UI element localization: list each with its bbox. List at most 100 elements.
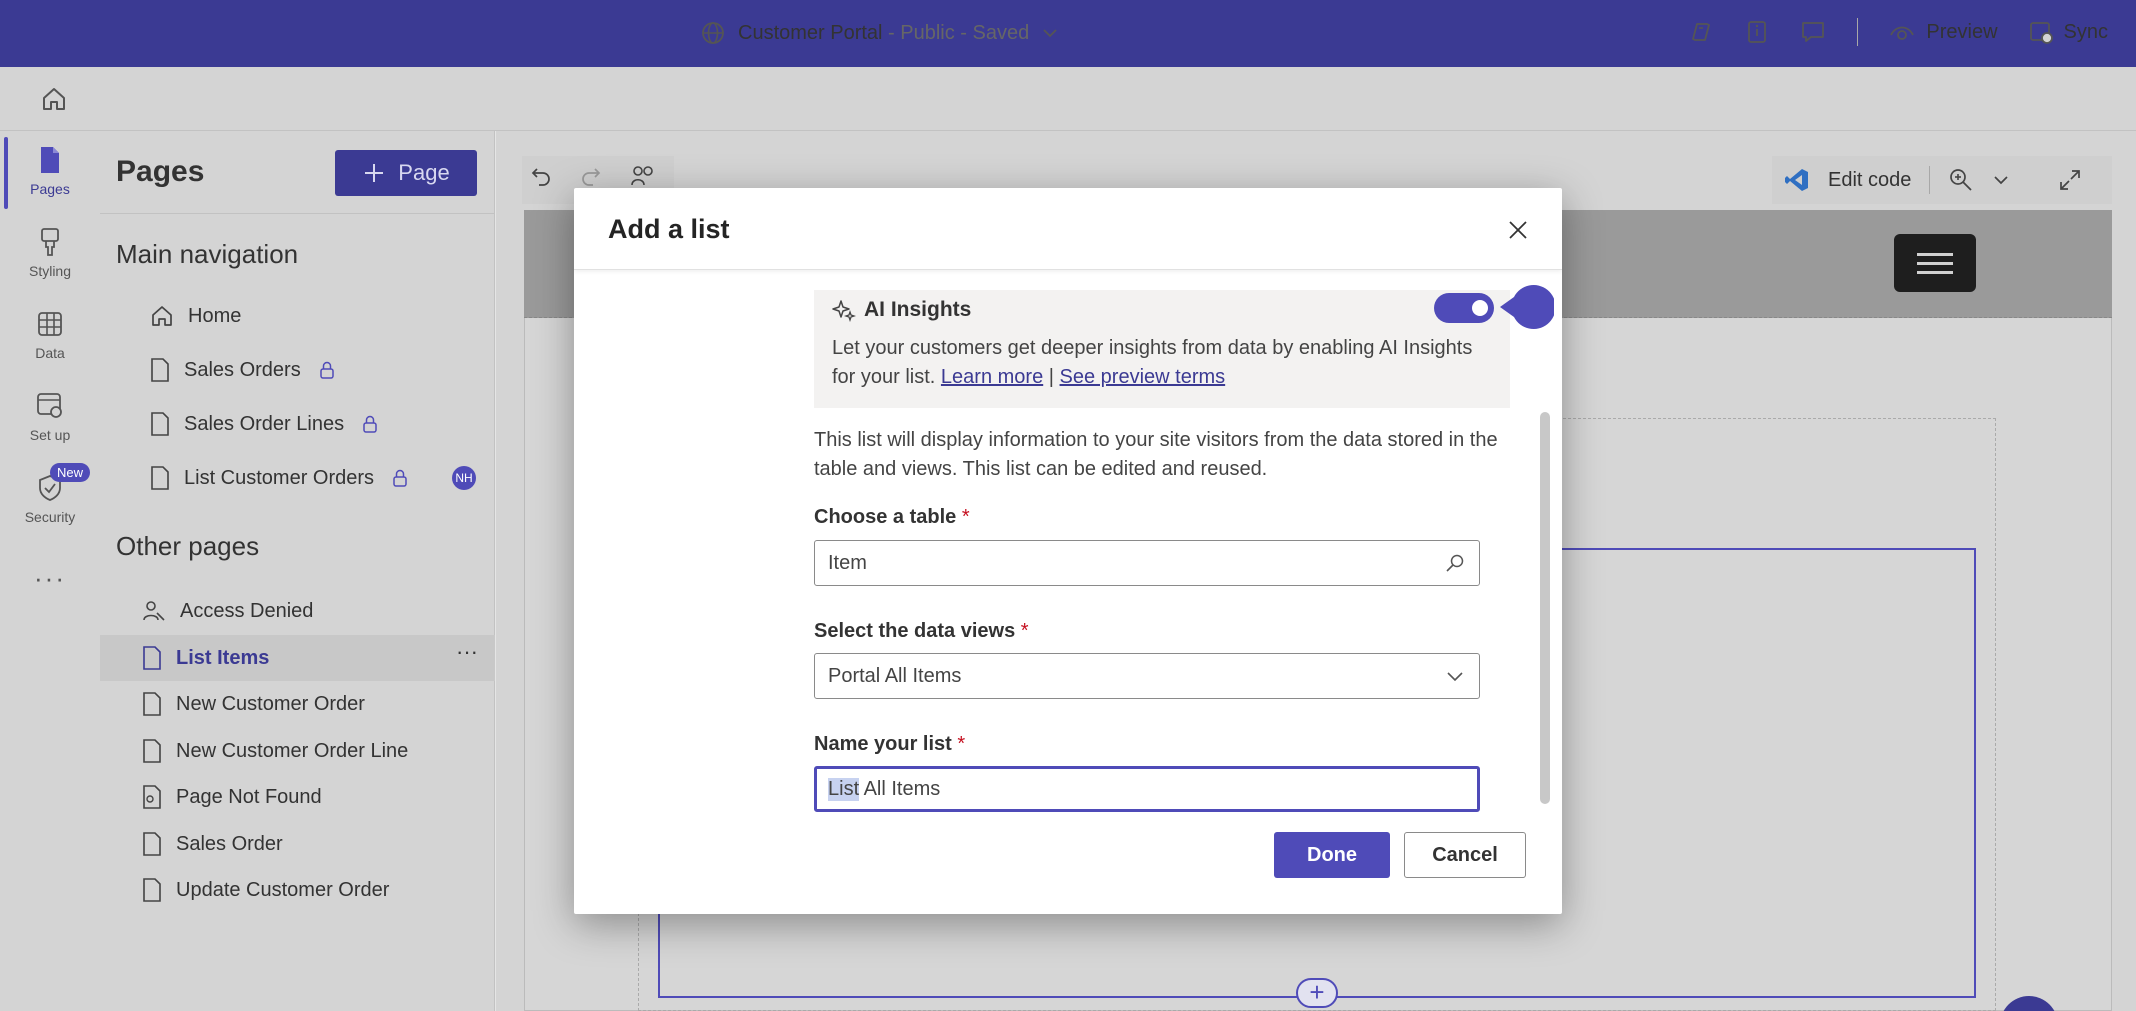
chevron-down-icon[interactable] — [1992, 171, 2010, 189]
close-icon[interactable] — [1506, 218, 1530, 242]
data-views-dropdown[interactable]: Portal All Items — [814, 653, 1480, 699]
table-label: Choose a table * — [814, 506, 970, 529]
lock-icon — [392, 468, 408, 488]
pages-title: Pages — [116, 155, 205, 188]
table-icon — [0, 309, 100, 339]
avatar: NH — [452, 466, 476, 490]
nav-item-label: Update Customer Order — [176, 878, 390, 901]
page-icon — [150, 412, 170, 436]
eye-icon — [1888, 20, 1916, 44]
sparkle-icon — [832, 298, 856, 322]
nav-item-label: Home — [188, 304, 242, 327]
page-icon — [142, 739, 162, 763]
preview-button[interactable]: Preview — [1888, 20, 1998, 44]
preview-terms-link[interactable]: See preview terms — [1060, 366, 1226, 388]
expand-icon[interactable] — [2058, 168, 2082, 192]
site-status: - Public - Saved — [882, 21, 1030, 44]
nav-item-sales-orders[interactable]: Sales Orders — [150, 350, 335, 390]
page-icon — [0, 145, 100, 175]
edit-toolbar: Edit code — [1772, 156, 2112, 204]
link-separator: | — [1048, 366, 1054, 388]
home-icon[interactable] — [40, 85, 68, 113]
person-lock-icon — [142, 599, 166, 623]
name-label-text: Name your list — [814, 733, 952, 755]
nav-item-access-denied[interactable]: Access Denied — [142, 591, 313, 631]
chevron-down-icon — [1041, 24, 1059, 42]
redo-icon[interactable] — [580, 164, 602, 186]
site-title[interactable]: Customer Portal - Public - Saved — [700, 18, 1059, 48]
hamburger-menu-icon — [1894, 234, 1976, 292]
nav-item-label: New Customer Order Line — [176, 739, 409, 762]
ai-insights-text: Let your customers get deeper insights f… — [832, 334, 1492, 392]
rail-label-security: Security — [24, 509, 76, 525]
nav-item-label: List Customer Orders — [184, 466, 375, 489]
divider — [100, 213, 495, 214]
canvas-tools — [530, 164, 656, 186]
sync-button[interactable]: Sync — [2028, 19, 2108, 45]
brush-icon — [0, 227, 100, 257]
page-search-icon — [142, 785, 162, 809]
site-name: Customer Portal — [738, 21, 883, 44]
lock-icon — [362, 414, 378, 434]
add-section-icon[interactable]: + — [1296, 978, 1338, 1008]
command-bar-actions: Preview Sync — [1687, 16, 2108, 48]
nav-item-update-customer-order[interactable]: Update Customer Order — [142, 870, 389, 910]
rail-item-styling[interactable]: Styling — [0, 227, 100, 279]
nav-item-sales-order-lines[interactable]: Sales Order Lines — [150, 404, 378, 444]
cancel-button[interactable]: Cancel — [1404, 832, 1526, 878]
list-name-input[interactable]: List All Items — [814, 766, 1480, 812]
rail-item-security[interactable]: New Security — [0, 463, 100, 525]
page-icon — [150, 358, 170, 382]
preview-label: Preview — [1926, 20, 1998, 43]
pages-panel: Pages Page Main navigation Home Sales Or… — [100, 131, 495, 1011]
left-rail: Pages Styling Data Set up New Security ·… — [0, 131, 100, 1011]
views-label: Select the data views * — [814, 620, 1029, 643]
edit-code-button[interactable]: Edit code — [1828, 169, 1911, 192]
ai-insights-header: AI Insights — [832, 298, 971, 322]
sync-icon — [2028, 19, 2054, 45]
globe-icon — [700, 20, 726, 46]
table-search-input[interactable]: Item — [814, 540, 1480, 586]
sync-label: Sync — [2063, 20, 2108, 43]
nav-item-sales-order[interactable]: Sales Order — [142, 824, 283, 864]
rail-item-data[interactable]: Data — [0, 309, 100, 361]
vscode-icon — [1784, 167, 1810, 193]
table-value: Item — [828, 551, 867, 574]
lock-icon — [319, 360, 335, 380]
rail-item-setup[interactable]: Set up — [0, 391, 100, 443]
dialog-scrollbar[interactable] — [1540, 412, 1550, 804]
ai-insights-toggle[interactable] — [1434, 293, 1494, 323]
row-more-button[interactable]: ··· — [456, 639, 478, 665]
page-icon — [142, 646, 162, 670]
nav-item-list-customer-orders[interactable]: List Customer Orders — [150, 458, 408, 498]
nav-item-home[interactable]: Home — [150, 296, 241, 336]
people-icon[interactable] — [630, 164, 656, 186]
views-label-text: Select the data views — [814, 620, 1016, 642]
rail-more-button[interactable]: ··· — [34, 563, 66, 594]
done-button[interactable]: Done — [1274, 832, 1390, 878]
comment-icon[interactable] — [1799, 19, 1827, 45]
page-icon — [142, 692, 162, 716]
name-label: Name your list * — [814, 733, 965, 756]
rail-item-pages[interactable]: Pages — [0, 145, 100, 197]
divider — [1857, 18, 1859, 46]
copilot-icon[interactable] — [1687, 19, 1715, 45]
nav-item-label: List Items — [176, 646, 270, 669]
nav-item-new-customer-order-line[interactable]: New Customer Order Line — [142, 731, 408, 771]
nav-item-new-customer-order[interactable]: New Customer Order — [142, 684, 365, 724]
chevron-down-icon — [1445, 666, 1465, 686]
page-icon — [142, 832, 162, 856]
nav-item-page-not-found[interactable]: Page Not Found — [142, 777, 322, 817]
required-mark: * — [961, 506, 970, 528]
zoom-icon[interactable] — [1948, 167, 1974, 193]
add-page-button[interactable]: Page — [335, 150, 477, 196]
dialog-header: Add a list — [574, 188, 1562, 270]
undo-icon[interactable] — [530, 164, 552, 186]
learn-more-link[interactable]: Learn more — [941, 366, 1043, 388]
list-description: This list will display information to yo… — [814, 429, 1498, 480]
views-value: Portal All Items — [828, 664, 962, 687]
info-icon[interactable] — [1745, 19, 1769, 45]
nav-item-label: Sales Orders — [184, 358, 301, 381]
rail-label-styling: Styling — [28, 263, 72, 279]
nav-item-list-items[interactable]: List Items — [142, 638, 269, 678]
